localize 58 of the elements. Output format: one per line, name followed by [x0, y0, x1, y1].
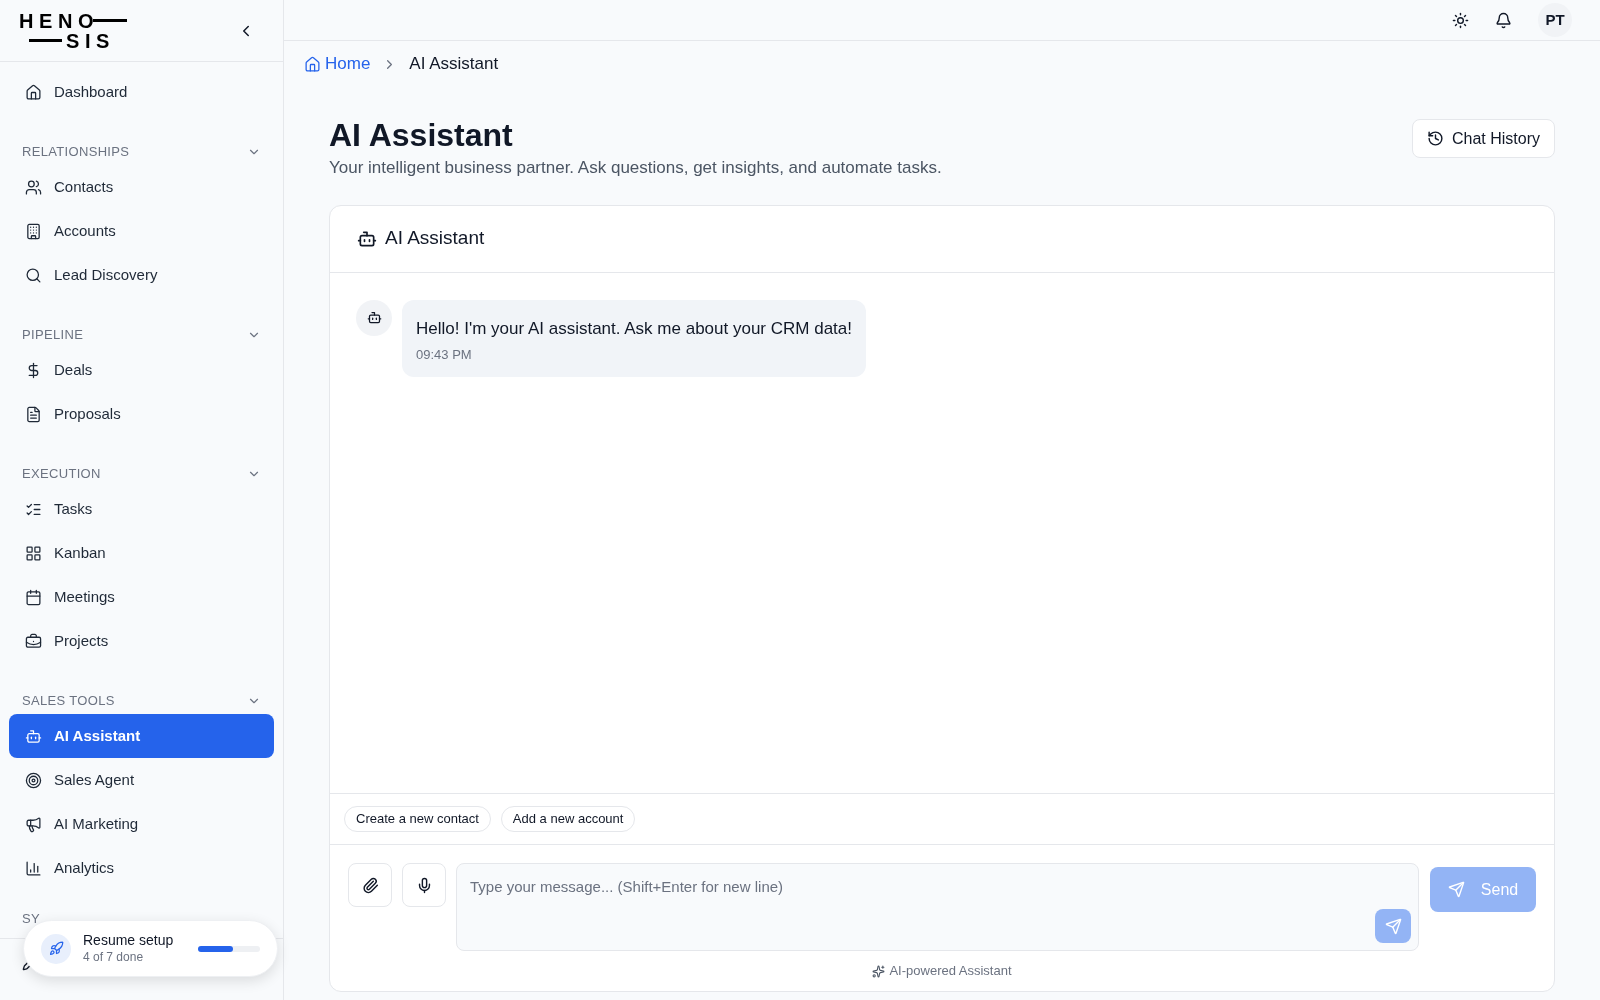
message-time: 09:43 PM [416, 346, 473, 364]
sidebar-item[interactable]: Kanban [9, 531, 274, 575]
message-input[interactable]: Type your message... (Shift+Enter for new line) [456, 863, 1419, 951]
megaphone-icon [25, 815, 42, 833]
suggestion-chip[interactable]: Create a new contact [344, 806, 491, 832]
section-label: RELATIONSHIPS [22, 143, 130, 162]
sidebar-item[interactable]: Deals [9, 348, 274, 392]
sidebar-item[interactable]: Sales Agent [9, 758, 274, 802]
breadcrumb-link[interactable]: Home [304, 51, 371, 77]
section-label: PIPELINE [22, 326, 84, 345]
logo: HENO SIS [19, 10, 128, 51]
users-icon [25, 178, 42, 196]
suggestion-chip[interactable]: Add a new account [500, 806, 636, 832]
sidebar-item[interactable]: Accounts [9, 209, 274, 253]
calendar-icon [25, 588, 42, 606]
theme-toggle-icon[interactable] [1452, 11, 1469, 29]
target-icon [25, 771, 42, 789]
sidebar-item[interactable]: Analytics [9, 846, 274, 890]
house-icon [25, 83, 42, 101]
bar-chart-icon [25, 859, 42, 877]
message-text: Hello! I'm your AI assistant. Ask me about your CRM data! [416, 317, 852, 340]
house-icon [304, 55, 321, 73]
page-title: AI Assistant [329, 116, 514, 155]
attach-button[interactable] [348, 863, 392, 907]
sidebar-item[interactable]: Proposals [9, 392, 274, 436]
sidebar-item[interactable]: Contacts [9, 165, 274, 209]
setup-title: Resume setup [83, 932, 174, 950]
chat-title: AI Assistant [385, 226, 485, 251]
sidebar-item[interactable]: AI Assistant [9, 714, 274, 758]
breadcrumb-current: AI Assistant [409, 53, 499, 76]
setup-progress-text: 4 of 7 done [83, 949, 145, 965]
sparkle-icon [872, 964, 886, 978]
microphone-button[interactable] [402, 863, 446, 907]
section-label: EXECUTION [22, 465, 101, 484]
section-label: SALES TOOLS [22, 692, 115, 711]
paperclip-icon [361, 876, 379, 894]
document-icon [25, 405, 42, 423]
briefcase-icon [25, 632, 42, 650]
sidebar-item[interactable]: Projects [9, 619, 274, 663]
footer-note: AI-powered Assistant [889, 962, 1012, 981]
robot-icon [25, 727, 42, 745]
sidebar-item[interactable]: Meetings [9, 575, 274, 619]
sidebar-item[interactable]: Lead Discovery [9, 253, 274, 297]
page-subtitle: Your intelligent business partner. Ask questions, get insights, and automate tasks. [329, 157, 942, 179]
send-icon [1447, 881, 1465, 898]
robot-icon [366, 310, 382, 325]
send-icon [1384, 917, 1402, 935]
grid-icon [25, 544, 42, 562]
history-icon [1426, 130, 1444, 147]
notification-bell-icon[interactable] [1495, 11, 1512, 29]
search-icon [25, 266, 42, 284]
chat-history-button[interactable]: Chat History [1411, 119, 1555, 158]
sidebar-item[interactable]: AI Marketing [9, 802, 274, 846]
sidebar-item[interactable]: Tasks [9, 487, 274, 531]
sidebar-item[interactable]: Dashboard [9, 70, 274, 114]
rocket-icon [48, 941, 64, 956]
building-icon [25, 222, 42, 240]
user-avatar[interactable]: PT [1538, 3, 1572, 37]
